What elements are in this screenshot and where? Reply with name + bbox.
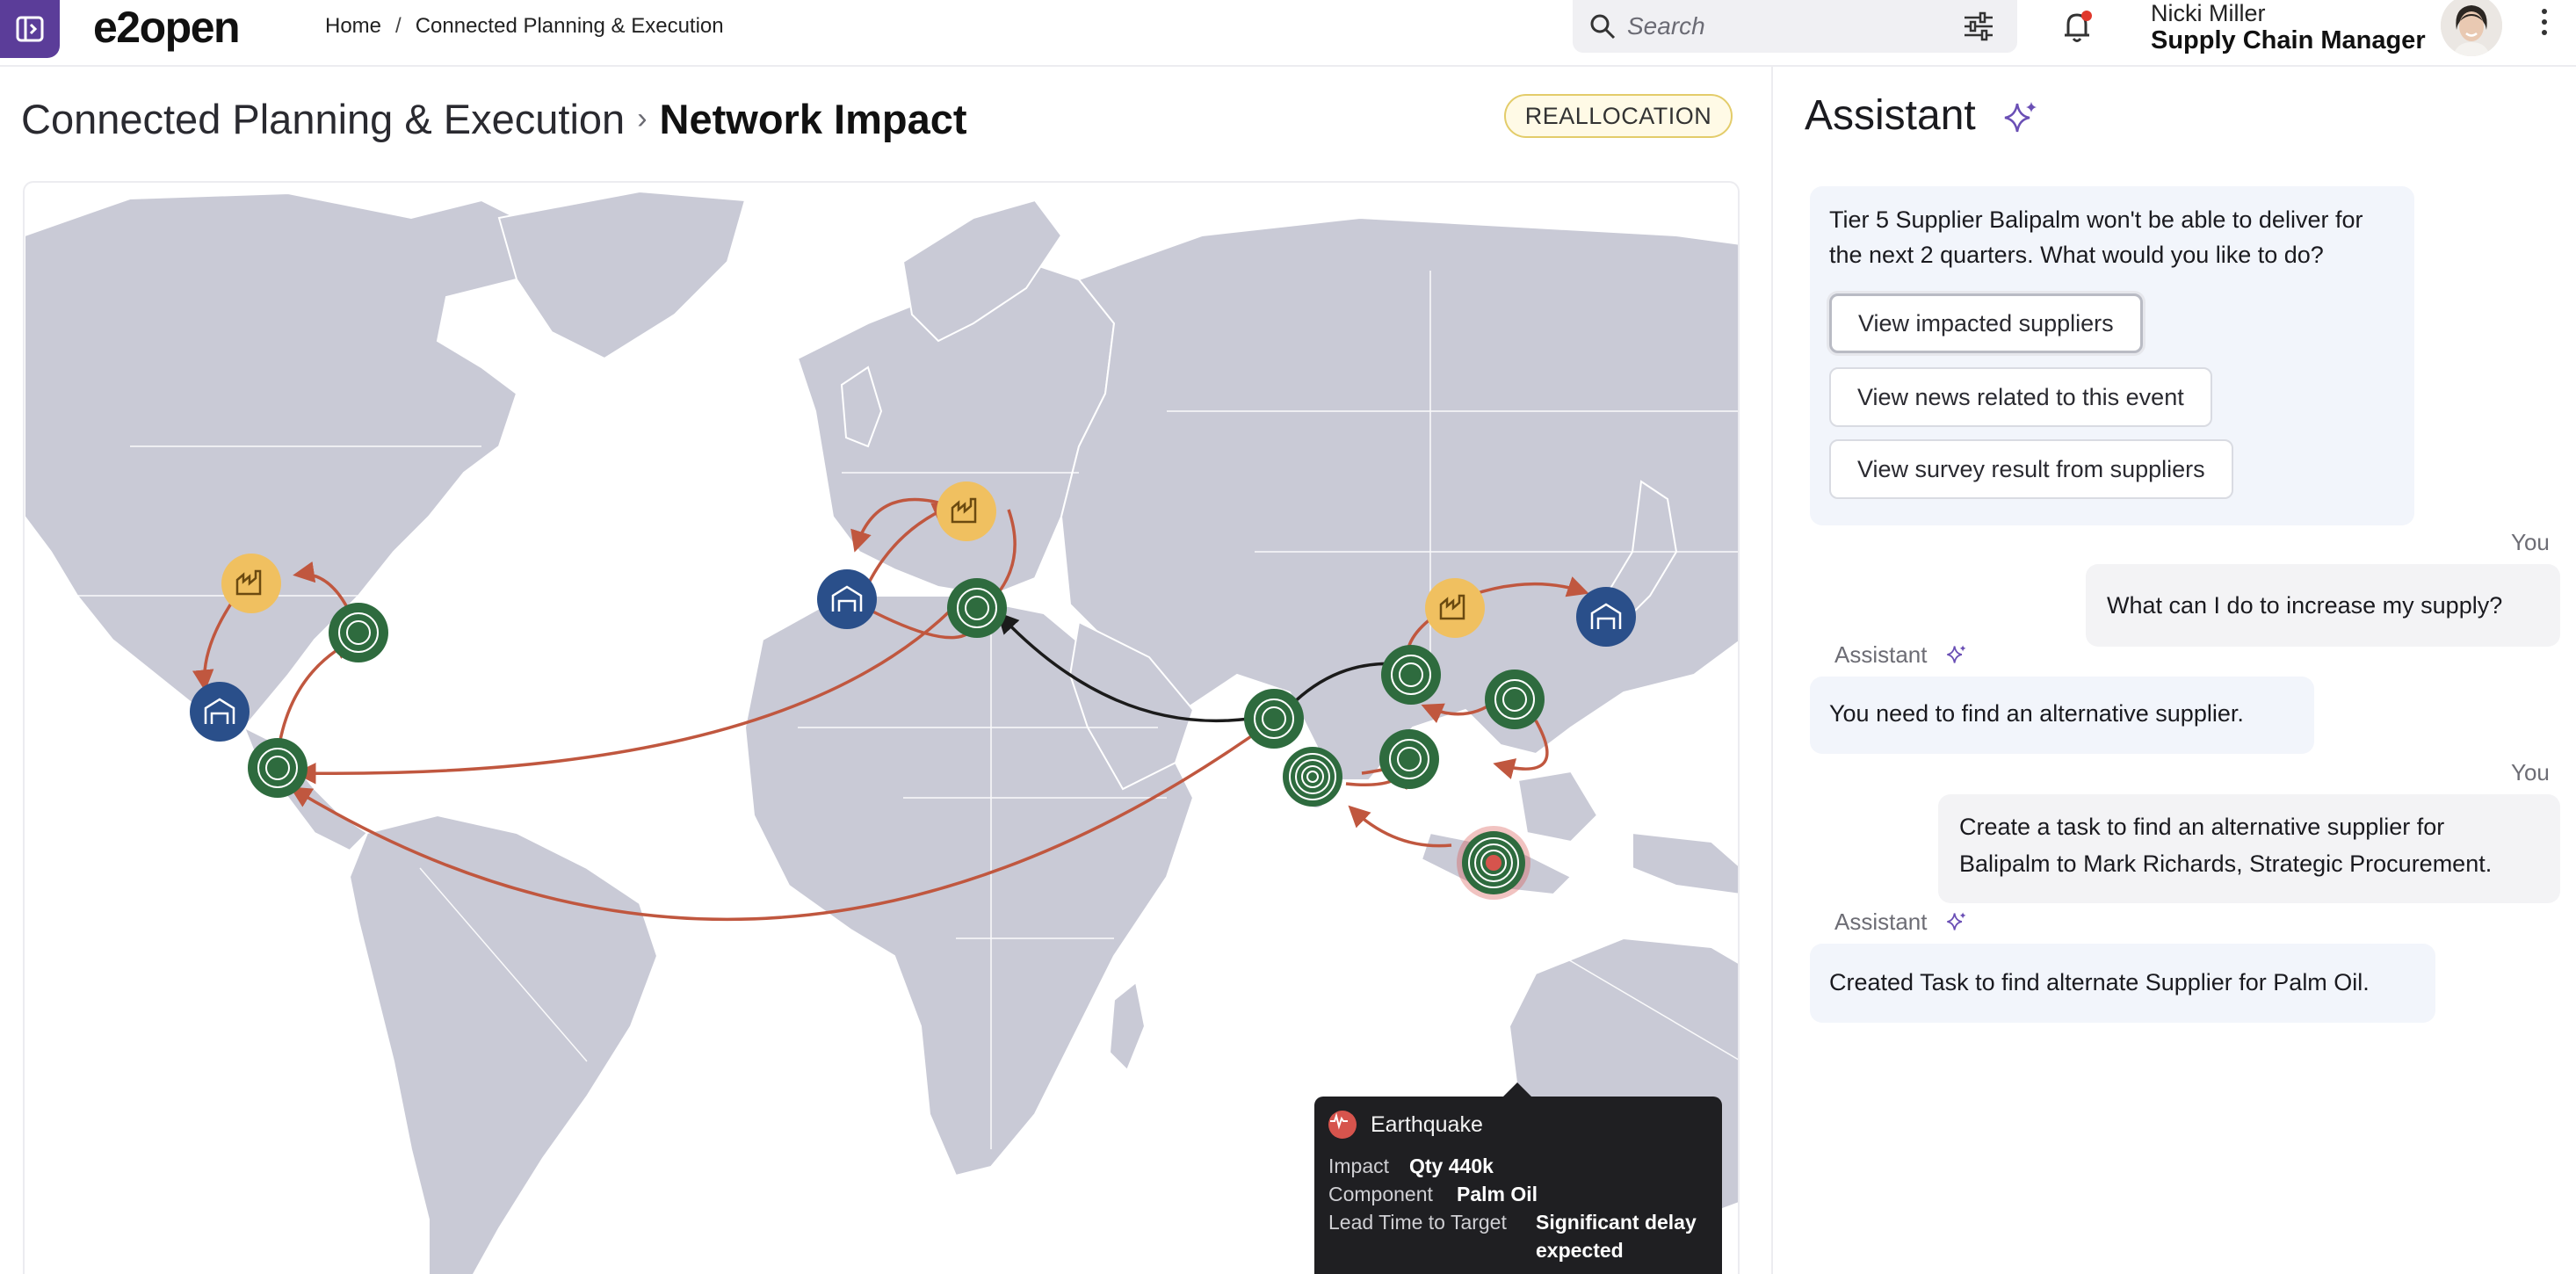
- speaker-label: You: [2511, 529, 2550, 555]
- warehouse-node: [190, 682, 250, 742]
- view-survey-results-button[interactable]: View survey result from suppliers: [1829, 439, 2233, 499]
- chevron-right-icon: ›: [637, 102, 648, 135]
- new-guinea: [1632, 831, 1738, 895]
- factory-node: [937, 481, 996, 541]
- search-icon: [1590, 14, 1616, 40]
- breadcrumb-current[interactable]: Connected Planning & Execution: [416, 14, 724, 38]
- sparkle-icon: [2004, 102, 2037, 133]
- speaker-label: You: [2511, 759, 2550, 785]
- tooltip-impact-label: Impact: [1328, 1155, 1390, 1177]
- supplier-node: [248, 738, 308, 798]
- bell-icon: [2065, 11, 2092, 42]
- supplier-node: [1381, 645, 1441, 705]
- tooltip-component-label: Component: [1328, 1183, 1433, 1205]
- search-box: [1573, 0, 2017, 53]
- network-map[interactable]: Earthquake Impact Qty 440k Component Pal…: [23, 181, 1740, 1274]
- supplier-node: [1379, 729, 1439, 789]
- view-impacted-suppliers-button[interactable]: View impacted suppliers: [1829, 293, 2143, 353]
- borneo: [1516, 770, 1599, 843]
- sparkle-icon: [1947, 645, 1966, 663]
- user-message: Create a task to find an alternative sup…: [1938, 794, 2560, 903]
- kebab-menu-icon: [2542, 9, 2547, 35]
- tooltip-title: Earthquake: [1371, 1112, 1483, 1137]
- message-text: the next 2 quarters. What would you like…: [1829, 242, 2324, 268]
- top-bar: e2open Home / Connected Planning & Executi…: [0, 0, 2576, 67]
- warehouse-node: [1576, 587, 1636, 647]
- message-text: Tier 5 Supplier Balipalm won't be able t…: [1829, 206, 2363, 233]
- message-text: What can I do to increase my supply?: [2107, 592, 2503, 619]
- avatar[interactable]: [2441, 0, 2502, 56]
- tooltip-lead-time-label: Lead Time to Target: [1328, 1211, 1507, 1234]
- sparkle-icon: [1947, 912, 1966, 930]
- breadcrumb-separator: /: [395, 14, 402, 38]
- app-logo[interactable]: e2open: [93, 2, 241, 53]
- supplier-node: [329, 603, 388, 662]
- tooltip-lead-time-value: Significant delay: [1536, 1211, 1697, 1234]
- tooltip-lead-time-value-cont: expected: [1536, 1239, 1624, 1262]
- sidebar-panel-icon: [16, 16, 44, 42]
- notifications-button[interactable]: [2056, 5, 2098, 52]
- tooltip-impact-value: Qty 440k: [1409, 1155, 1494, 1177]
- view-news-button[interactable]: View news related to this event: [1829, 367, 2212, 427]
- search-input[interactable]: [1627, 11, 1943, 42]
- status-badge: REALLOCATION: [1504, 94, 1733, 138]
- message-text: You need to find an alternative supplier…: [1829, 700, 2244, 727]
- page-title-parent[interactable]: Connected Planning & Execution: [21, 96, 625, 142]
- sidebar-toggle-button[interactable]: [0, 0, 60, 58]
- breadcrumb-home-link[interactable]: Home: [325, 14, 381, 38]
- user-role: Supply Chain Manager: [2151, 26, 2426, 54]
- message-text: Create a task to find an alternative sup…: [1959, 814, 2445, 840]
- user-message: What can I do to increase my supply?: [2086, 564, 2560, 647]
- page-title-current: Network Impact: [659, 96, 967, 142]
- alert-node: [1457, 826, 1530, 900]
- assistant-message: Created Task to find alternate Supplier …: [1810, 944, 2435, 1023]
- supplier-node: [1485, 670, 1545, 729]
- supplier-node: [947, 578, 1007, 638]
- supplier-node: [1244, 689, 1304, 749]
- assistant-message: Tier 5 Supplier Balipalm won't be able t…: [1810, 186, 2414, 525]
- message-text: Created Task to find alternate Supplier …: [1829, 969, 2370, 995]
- assistant-message: You need to find an alternative supplier…: [1810, 677, 2314, 754]
- factory-node: [221, 554, 281, 613]
- factory-node: [1425, 578, 1485, 638]
- north-america: [25, 192, 554, 729]
- supplier-node: [1283, 747, 1342, 807]
- tooltip-component-value: Palm Oil: [1457, 1183, 1538, 1205]
- greenland: [497, 190, 747, 360]
- message-text: Balipalm to Mark Richards, Strategic Pro…: [1959, 851, 2493, 877]
- assistant-title: Assistant: [1805, 92, 1976, 139]
- warehouse-node: [817, 569, 877, 629]
- assistant-panel: Assistant Tier 5 Supplier Balipalm won't…: [1771, 67, 2576, 1274]
- speaker-label: Assistant: [1834, 641, 1928, 668]
- breadcrumb: Home / Connected Planning & Execution: [325, 14, 724, 39]
- page-title: Connected Planning & Execution › Network I…: [21, 95, 967, 143]
- event-tooltip: Earthquake Impact Qty 440k Component Pal…: [1314, 1082, 1722, 1274]
- madagascar: [1108, 981, 1147, 1072]
- filter-sliders-icon[interactable]: [1961, 9, 1996, 44]
- more-options-button[interactable]: [2536, 5, 2553, 45]
- speaker-label: Assistant: [1834, 908, 1928, 935]
- earthquake-alert-icon: [1328, 1111, 1357, 1139]
- user-name: Nicki Miller: [2151, 0, 2266, 26]
- user-avatar-icon: [2441, 0, 2502, 56]
